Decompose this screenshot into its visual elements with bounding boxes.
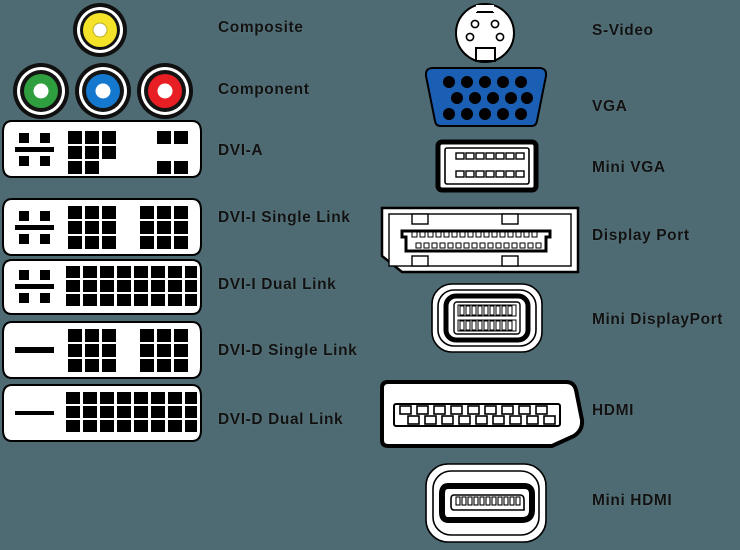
connector-diagram: Composite Component DVI-A DVI-I Single L… bbox=[0, 0, 740, 550]
connector-label-component: Component bbox=[218, 81, 310, 98]
connector-label-dvi-a: DVI-A bbox=[218, 142, 264, 159]
mini-vga-connector-icon bbox=[435, 139, 539, 193]
display-port-connector-icon bbox=[380, 206, 580, 274]
connector-label-s-video: S-Video bbox=[592, 22, 654, 39]
rca-jack-icon bbox=[68, 2, 132, 58]
dvi-i-single-link-connector-icon bbox=[2, 198, 202, 256]
rca-jack-triple-icon bbox=[12, 62, 198, 120]
connector-label-dvi-i-dual-link: DVI-I Dual Link bbox=[218, 276, 337, 293]
connector-label-vga: VGA bbox=[592, 98, 628, 115]
connector-label-mini-vga: Mini VGA bbox=[592, 159, 666, 176]
connector-label-mini-displayport: Mini DisplayPort bbox=[592, 311, 724, 328]
mini-displayport-connector-icon bbox=[430, 282, 544, 354]
connector-label-dvi-i-single-link: DVI-I Single Link bbox=[218, 209, 351, 226]
dvi-i-dual-link-connector-icon bbox=[2, 259, 202, 315]
dvi-d-dual-link-connector-icon bbox=[2, 384, 202, 442]
mini-hdmi-connector-icon bbox=[424, 462, 548, 544]
connector-label-display-port: Display Port bbox=[592, 227, 690, 244]
connector-label-composite: Composite bbox=[218, 19, 304, 36]
s-video-connector-icon bbox=[450, 2, 520, 64]
connector-label-mini-hdmi: Mini HDMI bbox=[592, 492, 673, 509]
dvi-a-connector-icon bbox=[2, 120, 202, 178]
vga-connector-icon bbox=[424, 66, 548, 128]
dvi-d-single-link-connector-icon bbox=[2, 321, 202, 379]
connector-label-dvi-d-dual-link: DVI-D Dual Link bbox=[218, 411, 344, 428]
connector-label-hdmi: HDMI bbox=[592, 402, 635, 419]
connector-label-dvi-d-single-link: DVI-D Single Link bbox=[218, 342, 358, 359]
hdmi-connector-icon bbox=[380, 380, 585, 448]
